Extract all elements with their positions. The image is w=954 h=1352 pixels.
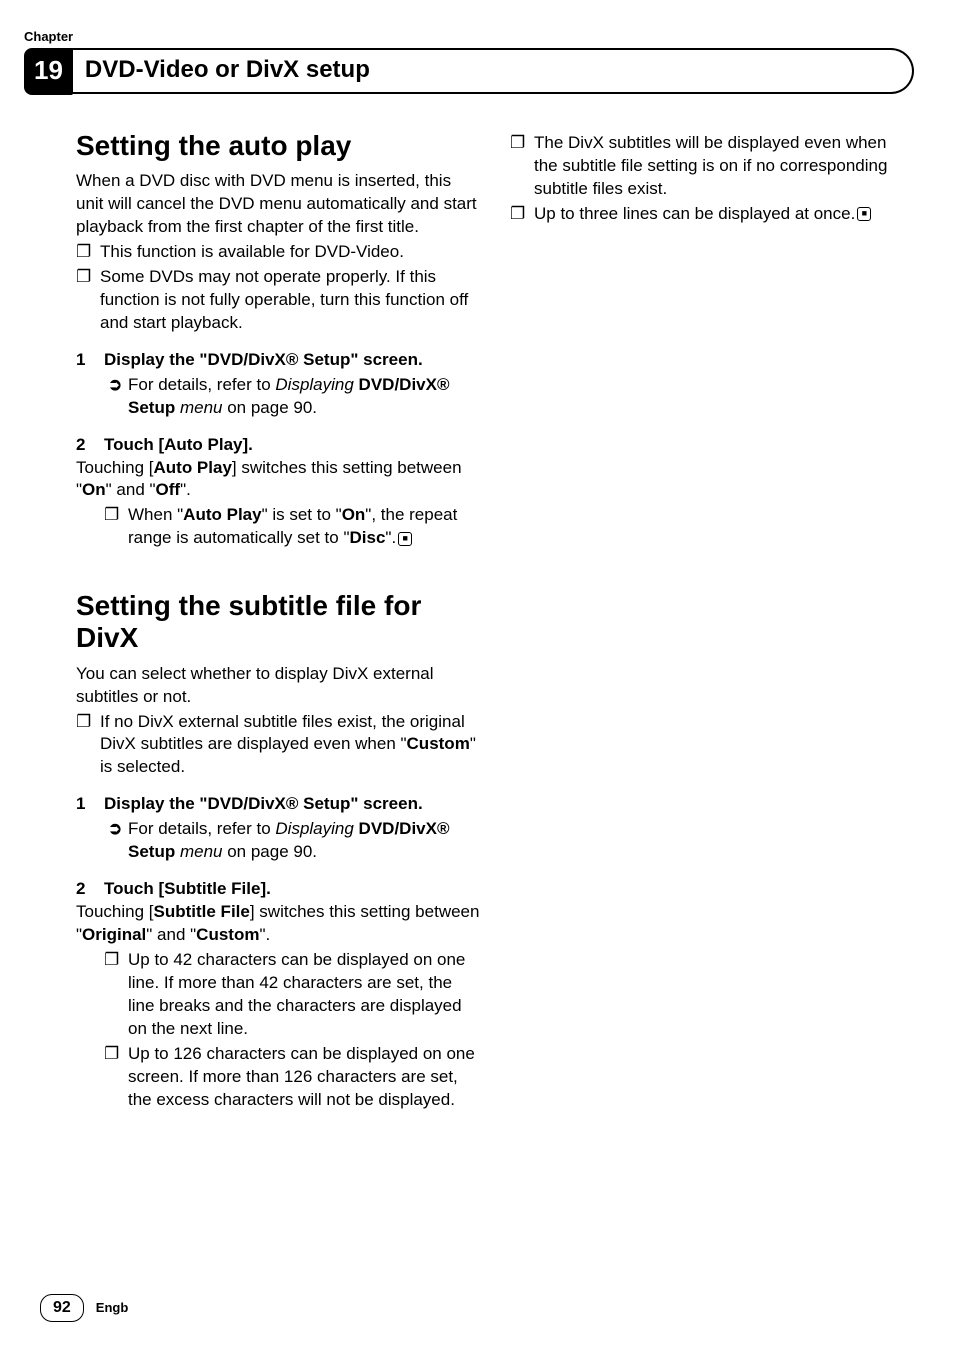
- heading-auto-play: Setting the auto play: [76, 130, 480, 162]
- autoplay-intro: When a DVD disc with DVD menu is inserte…: [76, 170, 480, 239]
- autoplay-bullet-2: Some DVDs may not operate properly. If t…: [100, 266, 480, 335]
- bullet-icon: ❐: [510, 132, 534, 201]
- step-1-subtitle: 1 Display the "DVD/DivX® Setup" screen.: [76, 793, 480, 816]
- step-2-subtitle: 2 Touch [Subtitle File].: [76, 878, 480, 901]
- autoplay-repeat-note: When "Auto Play" is set to "On", the rep…: [128, 504, 480, 550]
- step-2-autoplay: 2 Touch [Auto Play].: [76, 434, 480, 457]
- reference-text: For details, refer to Displaying DVD/Div…: [128, 374, 480, 420]
- right-column: ❐ The DivX subtitles will be displayed e…: [510, 130, 914, 1112]
- subtitle-bullet: If no DivX external subtitle files exist…: [100, 711, 480, 780]
- chapter-label: Chapter: [24, 28, 914, 46]
- section-end-icon: ■: [857, 207, 871, 221]
- chapter-number: 19: [24, 48, 73, 95]
- step-1-autoplay: 1 Display the "DVD/DivX® Setup" screen.: [76, 349, 480, 372]
- reference-arrow-icon: ➲: [108, 374, 128, 420]
- reference-arrow-icon: ➲: [108, 818, 128, 864]
- step-2-text: Touch [Auto Play].: [104, 434, 253, 457]
- step-number: 2: [76, 434, 104, 457]
- bullet-icon: ❐: [76, 241, 100, 264]
- page-footer: 92 Engb: [40, 1294, 128, 1322]
- step-2b-text: Touch [Subtitle File].: [104, 878, 271, 901]
- subtitle-note-1: Up to 42 characters can be displayed on …: [128, 949, 480, 1041]
- right-bullet-2: Up to three lines can be displayed at on…: [534, 203, 914, 226]
- bullet-icon: ❐: [76, 266, 100, 335]
- language-code: Engb: [96, 1299, 129, 1317]
- heading-subtitle-file: Setting the subtitle file for DivX: [76, 590, 480, 654]
- step-number: 2: [76, 878, 104, 901]
- chapter-bar: 19 DVD-Video or DivX setup: [24, 48, 914, 95]
- autoplay-touch-desc: Touching [Auto Play] switches this setti…: [76, 457, 480, 503]
- step-number: 1: [76, 349, 104, 372]
- left-column: Setting the auto play When a DVD disc wi…: [76, 130, 480, 1112]
- bullet-icon: ❐: [104, 949, 128, 1041]
- step-1-text: Display the "DVD/DivX® Setup" screen.: [104, 349, 423, 372]
- subtitle-intro: You can select whether to display DivX e…: [76, 663, 480, 709]
- subtitle-note-2: Up to 126 characters can be displayed on…: [128, 1043, 480, 1112]
- right-bullet-1: The DivX subtitles will be displayed eve…: [534, 132, 914, 201]
- bullet-icon: ❐: [510, 203, 534, 226]
- page-number: 92: [40, 1294, 84, 1322]
- bullet-icon: ❐: [76, 711, 100, 780]
- chapter-title: DVD-Video or DivX setup: [85, 56, 370, 83]
- autoplay-bullet-1: This function is available for DVD-Video…: [100, 241, 480, 264]
- reference-text: For details, refer to Displaying DVD/Div…: [128, 818, 480, 864]
- subtitle-touch-desc: Touching [Subtitle File] switches this s…: [76, 901, 480, 947]
- bullet-icon: ❐: [104, 504, 128, 550]
- chapter-title-wrap: DVD-Video or DivX setup: [71, 48, 914, 94]
- bullet-icon: ❐: [104, 1043, 128, 1112]
- step-number: 1: [76, 793, 104, 816]
- step-1b-text: Display the "DVD/DivX® Setup" screen.: [104, 793, 423, 816]
- section-end-icon: ■: [398, 532, 412, 546]
